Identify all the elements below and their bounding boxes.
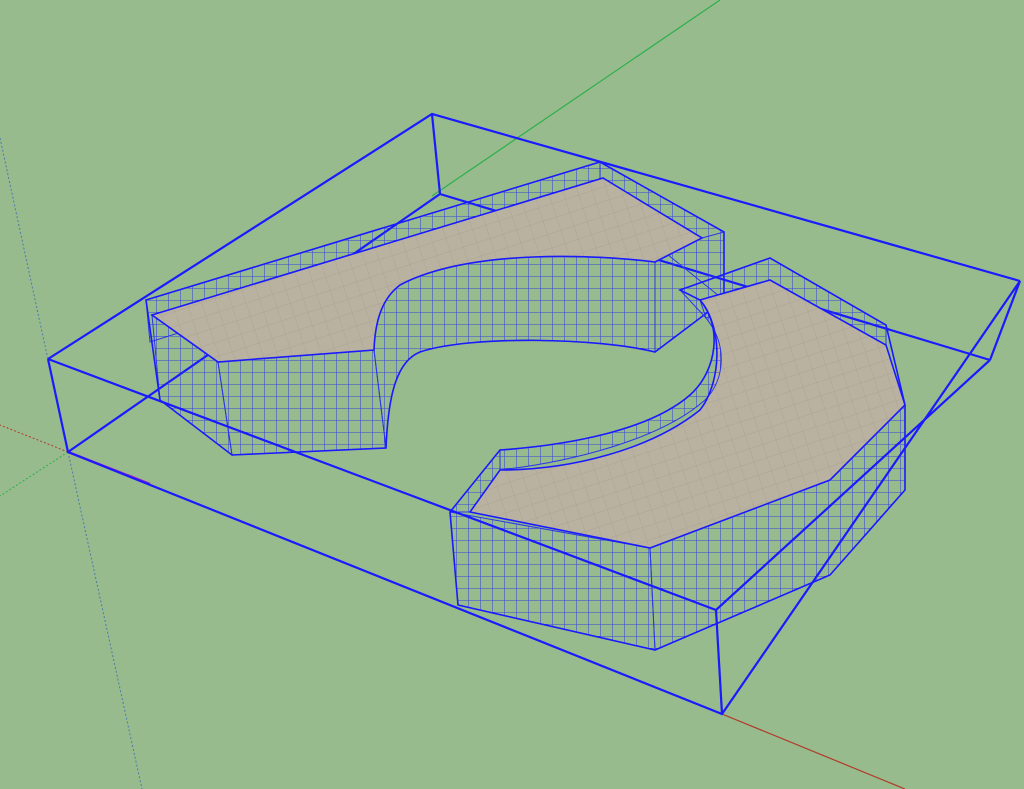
scene-canvas[interactable] [0,0,1024,789]
3d-modeling-viewport[interactable] [0,0,1024,789]
left-piece-front-wall [217,349,387,456]
